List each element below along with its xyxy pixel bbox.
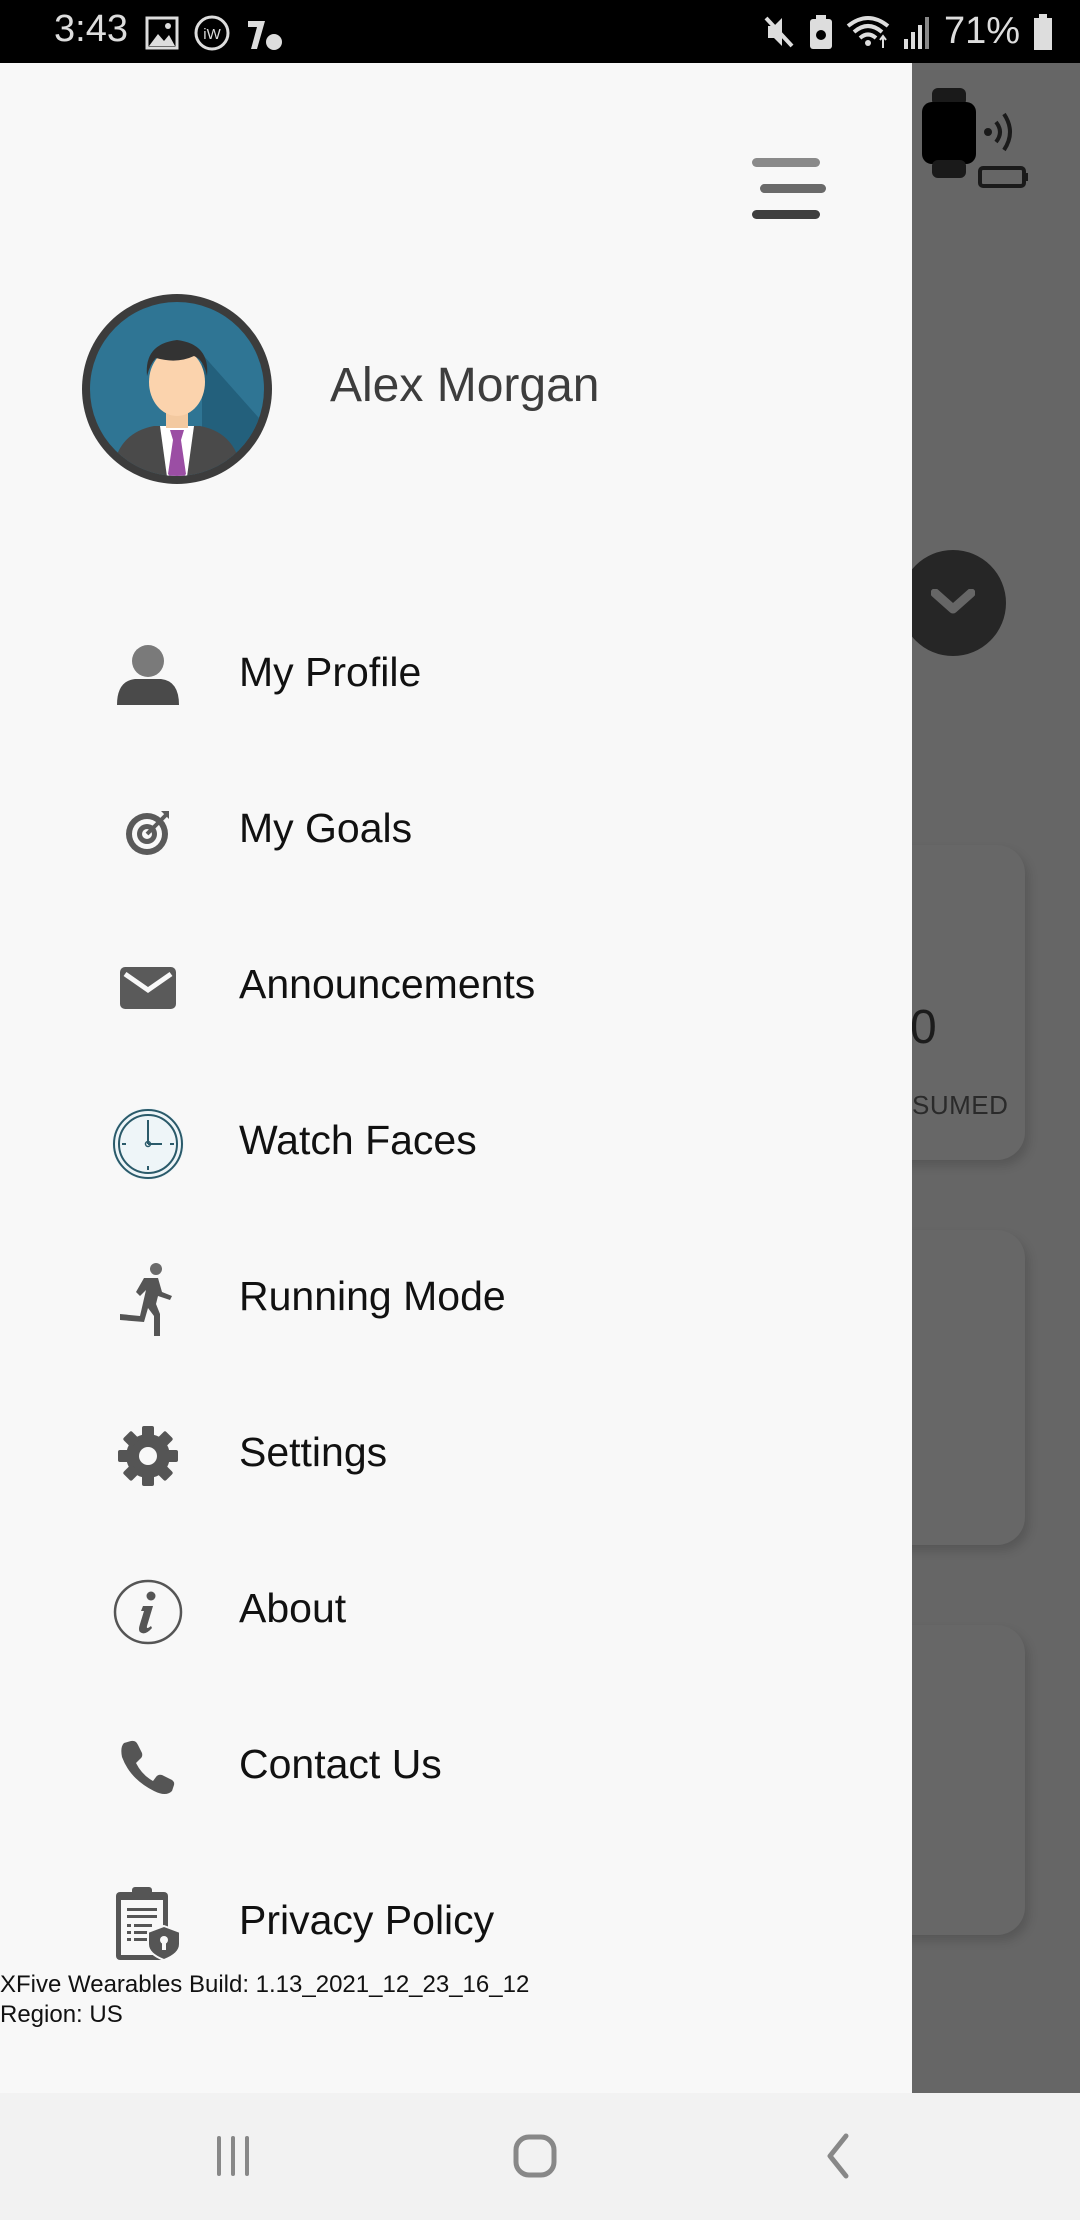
build-info-background bbox=[0, 2025, 912, 2093]
region-label: Region: US bbox=[0, 2001, 123, 2028]
navigation-drawer: Alex Morgan My Profile My Goals Announce… bbox=[0, 63, 912, 2093]
home-icon bbox=[513, 2134, 557, 2178]
mute-icon bbox=[764, 16, 794, 47]
menu-label: Watch Faces bbox=[239, 1117, 477, 1163]
app-logo-icon bbox=[248, 21, 282, 50]
hamburger-line bbox=[752, 210, 820, 219]
home-button[interactable] bbox=[485, 2121, 585, 2191]
target-icon bbox=[126, 811, 169, 855]
menu-item-my-profile[interactable]: My Profile bbox=[0, 593, 912, 749]
envelope-icon bbox=[120, 967, 176, 1009]
system-nav-bar bbox=[0, 2093, 1080, 2220]
iw-app-icon: iW bbox=[194, 15, 230, 51]
menu-label: About bbox=[239, 1585, 347, 1631]
user-name: Alex Morgan bbox=[330, 359, 600, 412]
menu-item-announcements[interactable]: Announcements bbox=[0, 905, 912, 1061]
battery-icon bbox=[1034, 13, 1052, 50]
menu-close-button[interactable] bbox=[748, 158, 828, 228]
clipboard-lock-icon bbox=[116, 1887, 181, 1962]
menu-item-watch-faces[interactable]: Watch Faces bbox=[0, 1061, 912, 1217]
hamburger-line bbox=[752, 158, 820, 167]
menu-item-my-goals[interactable]: My Goals bbox=[0, 749, 912, 905]
svg-text:iW: iW bbox=[203, 26, 221, 43]
menu-label: Settings bbox=[239, 1429, 388, 1475]
runner-icon bbox=[120, 1263, 172, 1336]
menu-label: My Profile bbox=[239, 649, 422, 695]
watch-connection-icon bbox=[922, 88, 1028, 188]
menu-label: My Goals bbox=[239, 805, 413, 851]
avatar[interactable] bbox=[82, 294, 272, 484]
menu-label: Contact Us bbox=[239, 1741, 442, 1787]
hamburger-line bbox=[760, 184, 826, 193]
avatar-person-icon bbox=[90, 302, 264, 476]
menu-item-running-mode[interactable]: Running Mode bbox=[0, 1217, 912, 1373]
battery-saver-icon bbox=[809, 14, 832, 49]
recents-icon bbox=[217, 2136, 249, 2176]
clock-icon bbox=[112, 1108, 184, 1180]
chevron-down-icon bbox=[931, 589, 975, 614]
build-version: XFive Wearables Build: 1.13_2021_12_23_1… bbox=[0, 1971, 530, 1998]
status-time: 3:43 bbox=[54, 8, 128, 50]
image-icon bbox=[145, 16, 179, 50]
menu-label: Running Mode bbox=[239, 1273, 506, 1319]
battery-percent: 71% bbox=[943, 10, 1020, 52]
menu-item-about[interactable]: About bbox=[0, 1529, 912, 1685]
info-icon bbox=[113, 1579, 183, 1645]
menu-item-contact-us[interactable]: Contact Us bbox=[0, 1685, 912, 1841]
back-icon bbox=[827, 2133, 849, 2179]
menu-item-settings[interactable]: Settings bbox=[0, 1373, 912, 1529]
phone-icon bbox=[121, 1740, 175, 1794]
wifi-icon bbox=[846, 15, 890, 48]
background-card-value: 0 bbox=[910, 1001, 937, 1054]
recents-button[interactable] bbox=[183, 2121, 283, 2191]
gear-icon bbox=[118, 1426, 178, 1486]
menu-label: Privacy Policy bbox=[239, 1897, 495, 1943]
person-icon bbox=[117, 645, 179, 705]
back-button[interactable] bbox=[787, 2121, 887, 2191]
build-info: XFive Wearables Build: 1.13_2021_12_23_1… bbox=[0, 1970, 529, 2030]
signal-icon bbox=[903, 16, 929, 49]
expand-down-button[interactable] bbox=[900, 550, 1006, 656]
background-card-label: SUMED bbox=[912, 1090, 1009, 1120]
status-bar: 3:43 iW 71% bbox=[0, 0, 1080, 63]
menu-label: Announcements bbox=[239, 961, 536, 1007]
